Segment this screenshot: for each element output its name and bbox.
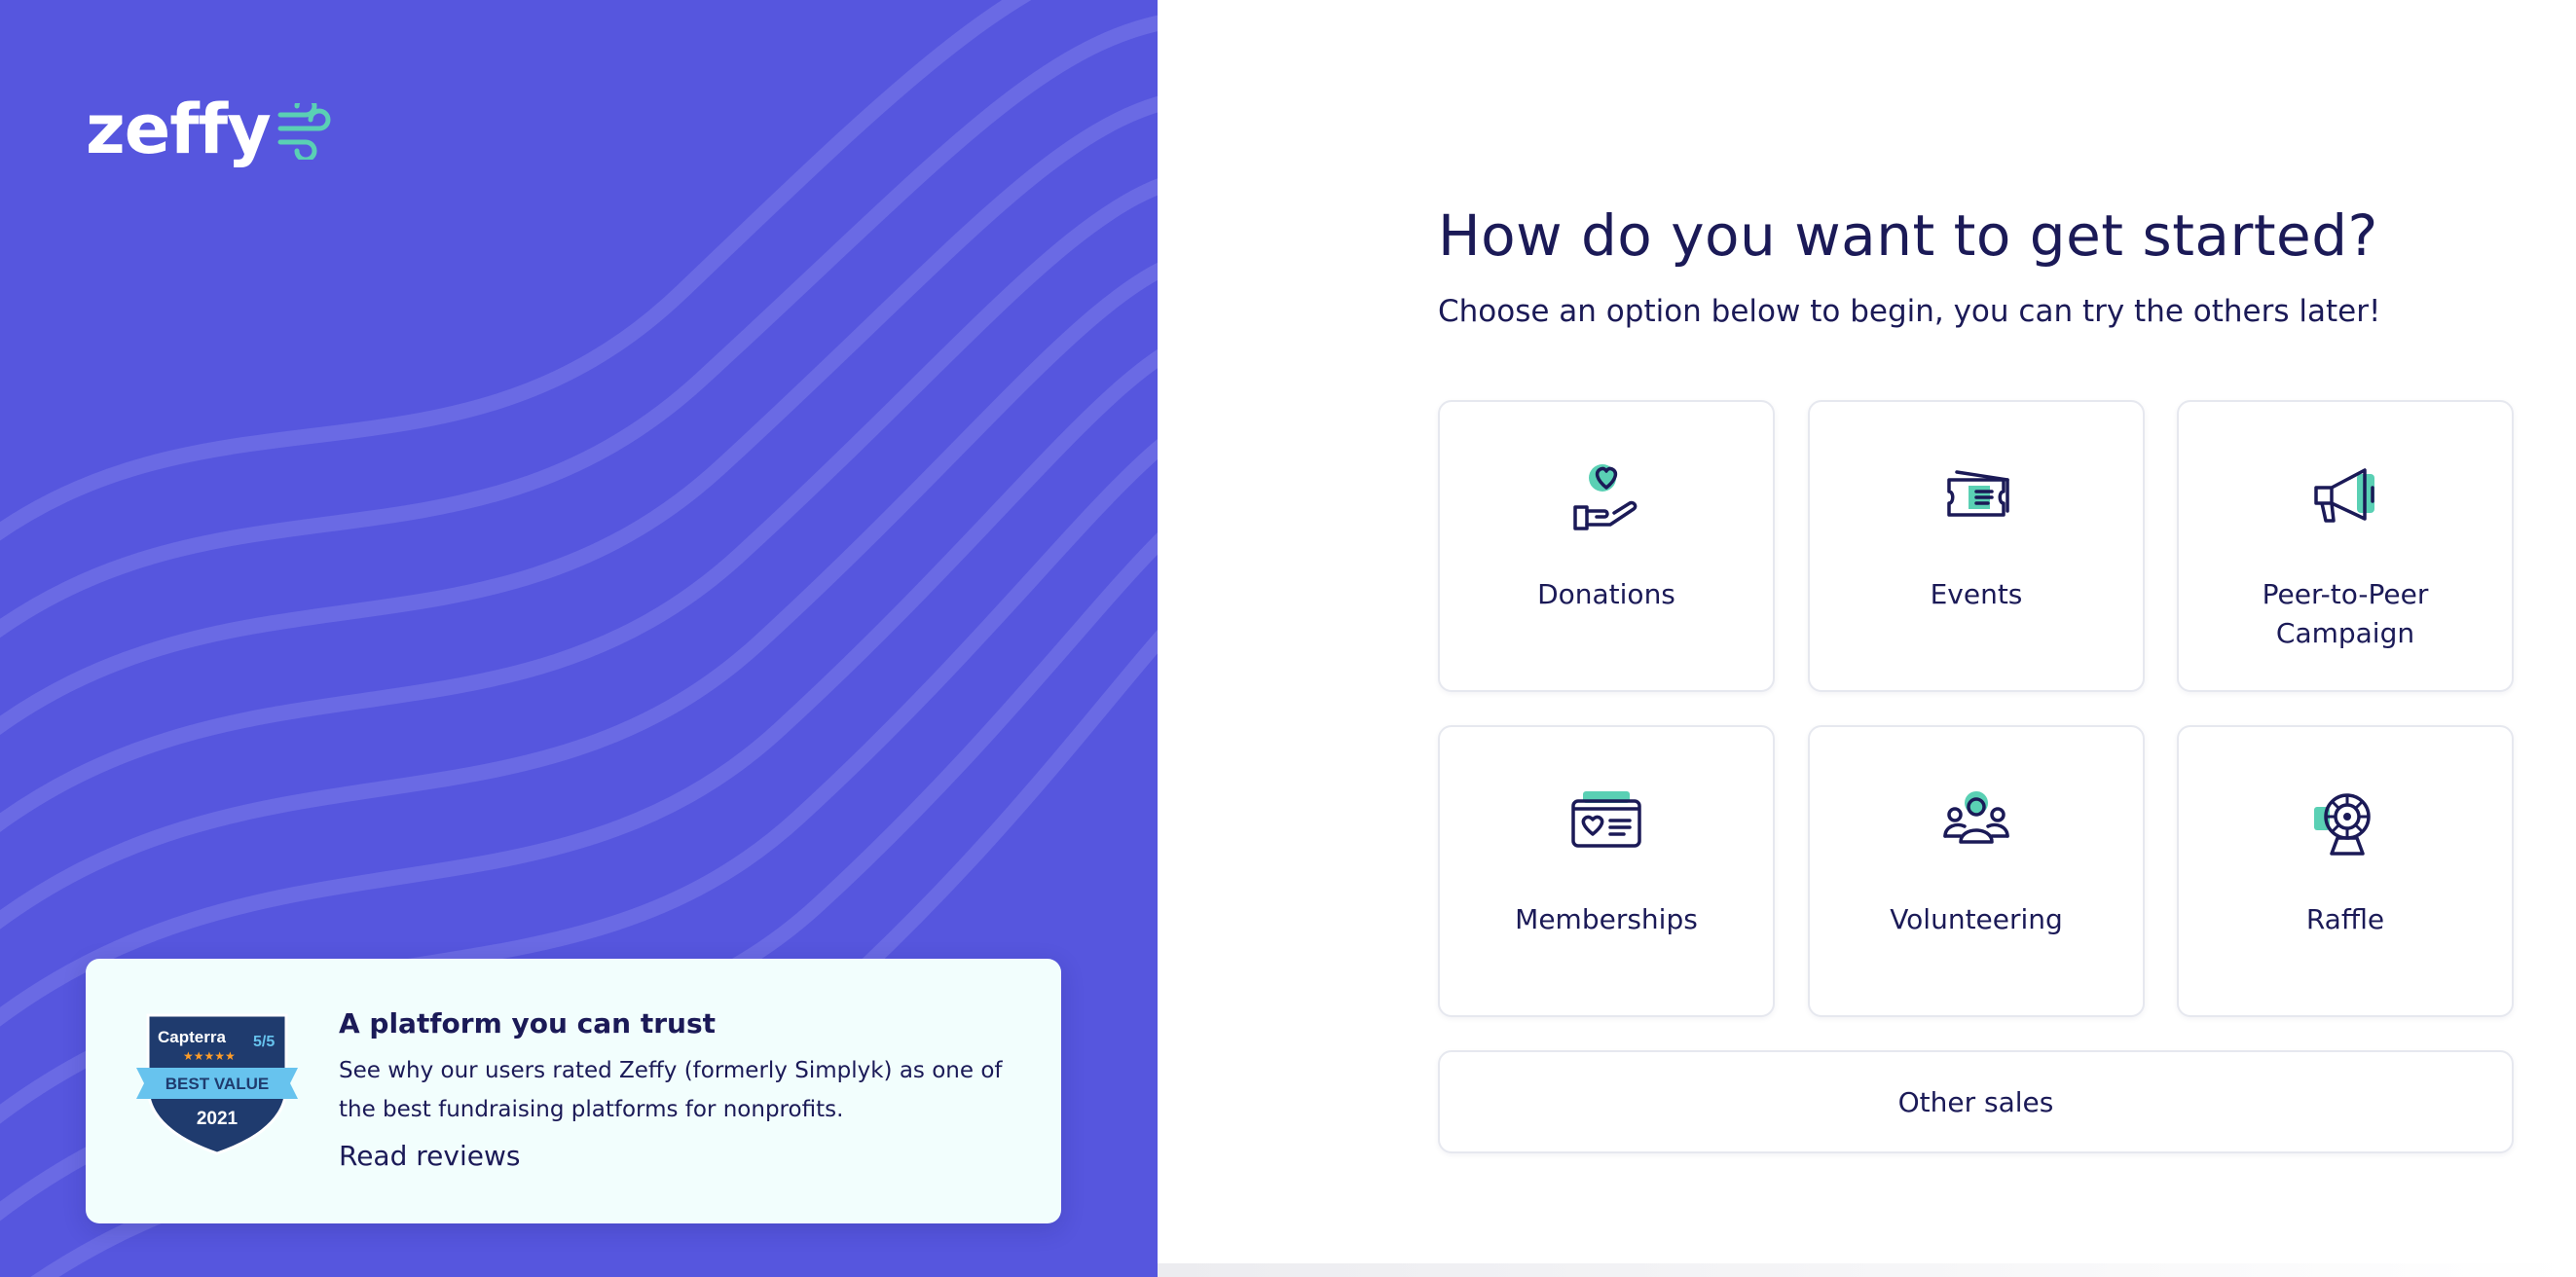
raffle-wheel-icon [2314, 793, 2371, 856]
page-title: How do you want to get started? [1438, 202, 2378, 269]
ticket-icon [1947, 470, 2009, 517]
badge-rating: 5/5 [253, 1034, 275, 1050]
trust-description: See why our users rated Zeffy (formerly … [339, 1058, 1003, 1122]
trust-title: A platform you can trust [339, 1007, 717, 1040]
option-peer-to-peer[interactable]: Peer-to-Peer Campaign [2177, 400, 2514, 692]
badge-year: 2021 [197, 1109, 239, 1129]
option-label: Volunteering [1890, 903, 2063, 935]
option-volunteering[interactable]: Volunteering [1808, 725, 2145, 1017]
trust-card: Capterra 5/5 ★★★★★ BEST VALUE 2021 A pla… [86, 959, 1061, 1223]
page-subtitle: Choose an option below to begin, you can… [1438, 294, 2381, 329]
option-label: Memberships [1515, 903, 1698, 935]
option-label: Raffle [2305, 903, 2385, 935]
people-group-icon [1943, 791, 2009, 844]
option-label: Donations [1537, 578, 1675, 610]
option-memberships[interactable]: Memberships [1438, 725, 1775, 1017]
read-reviews-link[interactable]: Read reviews [339, 1140, 520, 1172]
heart-hand-icon [1573, 464, 1638, 530]
brand-panel: zeffy Capterra 5/5 ★★★★★ BEST VALUE 2021… [0, 0, 1158, 1277]
option-raffle[interactable]: Raffle [2177, 725, 2514, 1017]
badge-award: BEST VALUE [166, 1075, 269, 1093]
wind-icon [277, 103, 331, 160]
badge-brand: Capterra [158, 1028, 226, 1046]
capterra-badge: Capterra 5/5 ★★★★★ BEST VALUE 2021 [136, 1013, 298, 1155]
option-other-sales[interactable]: Other sales [1438, 1050, 2514, 1153]
zeffy-logo[interactable]: zeffy [86, 95, 333, 164]
bottom-edge [1158, 1263, 2576, 1277]
star-rating-icon: ★★★★★ [183, 1049, 236, 1063]
logo-wordmark: zeffy [86, 90, 272, 169]
option-label: Other sales [1897, 1085, 2054, 1118]
megaphone-icon [2314, 468, 2374, 523]
option-label: Events [1930, 578, 2023, 610]
membership-card-icon [1571, 791, 1641, 848]
option-label: Peer-to-Peer Campaign [2262, 578, 2429, 649]
option-donations[interactable]: Donations [1438, 400, 1775, 692]
option-events[interactable]: Events [1808, 400, 2145, 692]
